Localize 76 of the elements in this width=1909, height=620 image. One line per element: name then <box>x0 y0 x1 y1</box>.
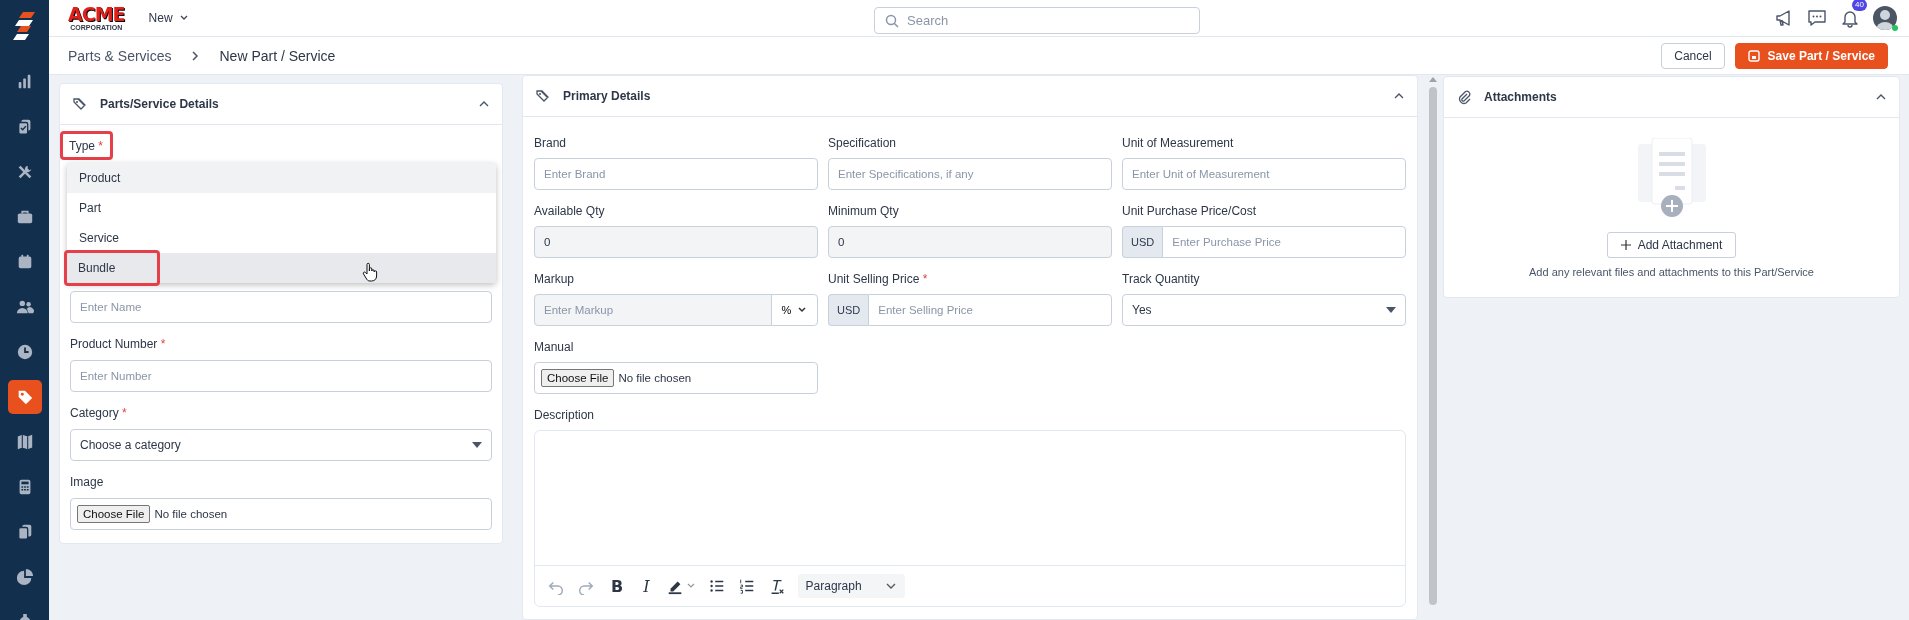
scrollbar[interactable] <box>1428 75 1438 605</box>
chat-icon[interactable] <box>1807 8 1827 28</box>
app-logo-icon <box>12 12 37 40</box>
new-menu-button[interactable]: New <box>142 10 195 26</box>
card-title: Attachments <box>1484 90 1557 104</box>
search-field[interactable]: Search <box>874 7 1200 34</box>
input-field[interactable]: Enter Selling Price <box>868 294 1112 326</box>
pie-chart-icon <box>15 568 34 586</box>
caret-down-icon <box>472 442 482 448</box>
card-title: Parts/Service Details <box>100 97 219 111</box>
dropdown-option[interactable]: Bundle <box>67 253 496 283</box>
clock-icon <box>15 343 34 361</box>
currency-prefix: USD <box>1122 226 1163 258</box>
users-icon <box>15 298 34 316</box>
dropdown-option[interactable]: Part <box>67 193 496 223</box>
briefcase-icon <box>15 208 34 226</box>
field-label: Minimum Qty <box>828 204 900 218</box>
choose-file-button[interactable]: Choose File <box>77 505 151 523</box>
save-button[interactable]: Save Part / Service <box>1734 42 1888 69</box>
field-label: Track Quantity <box>1122 272 1201 286</box>
hand-cursor-icon <box>362 262 378 282</box>
block-format-dropdown[interactable]: Paragraph <box>797 574 905 598</box>
option-label: Service <box>79 230 119 247</box>
attachment-hint: Add any relevant files and attachments to this Part/Service <box>1529 266 1814 278</box>
card-title: Primary Details <box>563 89 651 103</box>
caret-down-icon <box>1386 307 1396 313</box>
field-label: Manual <box>534 340 575 354</box>
choose-file-button[interactable]: Choose File <box>541 369 615 387</box>
input-field[interactable]: Enter Brand <box>534 158 818 190</box>
user-avatar[interactable] <box>1873 6 1897 30</box>
numbered-list-icon[interactable] <box>737 577 756 595</box>
tags-icon <box>72 96 88 112</box>
paperclip-icon <box>1456 89 1472 105</box>
field-label: Unit Selling Price * <box>828 272 929 286</box>
chevron-down-icon <box>797 305 808 315</box>
field-label: Markup <box>534 272 575 286</box>
notification-badge: 40 <box>1852 0 1867 11</box>
field-label: Image <box>70 475 105 489</box>
italic-button[interactable]: I <box>639 576 654 596</box>
select-field[interactable]: Yes <box>1122 294 1406 326</box>
page-title: New Part / Service <box>219 47 336 64</box>
field-label: Type * <box>60 131 114 160</box>
field-label: Description <box>534 408 596 422</box>
cancel-button[interactable]: Cancel <box>1661 42 1725 69</box>
field-label: Brand <box>534 136 568 150</box>
file-status-text: No file chosen <box>154 508 228 520</box>
bold-button[interactable]: B <box>607 576 628 596</box>
map-icon <box>15 433 34 451</box>
plus-icon <box>1620 240 1631 250</box>
bell-icon[interactable] <box>1840 8 1860 28</box>
field-label: Unit Purchase Price/Cost <box>1122 204 1258 218</box>
select-field[interactable]: Choose a category <box>70 429 492 461</box>
dropdown-option[interactable]: Product <box>67 163 496 193</box>
file-status-text: No file chosen <box>618 372 692 384</box>
field-label: Specification <box>828 136 898 150</box>
field-label: Category * <box>70 406 128 420</box>
input-field[interactable]: Enter Purchase Price <box>1162 226 1406 258</box>
breadcrumb-link[interactable]: Parts & Services <box>68 47 172 64</box>
rich-text-editor[interactable]: B I Paragraph <box>534 430 1406 607</box>
bullet-list-icon[interactable] <box>707 577 726 595</box>
option-label: Part <box>79 200 101 217</box>
search-icon <box>885 14 899 28</box>
input-field[interactable]: Enter Specifications, if any <box>828 158 1112 190</box>
option-label: Bundle <box>64 250 161 286</box>
input-field[interactable]: Enter Number <box>70 360 492 392</box>
field-label: Available Qty <box>534 204 606 218</box>
tags-icon <box>535 88 551 104</box>
currency-prefix: USD <box>828 294 869 326</box>
dropdown-option[interactable]: Service <box>67 223 496 253</box>
field-label: Product Number * <box>70 337 167 351</box>
input-field[interactable]: Enter Unit of Measurement <box>1122 158 1406 190</box>
add-attachment-button[interactable]: Add Attachment <box>1606 232 1737 258</box>
input-field[interactable]: Enter Name <box>70 291 492 323</box>
sidebar-item[interactable] <box>7 380 42 414</box>
option-label: Product <box>79 170 121 187</box>
field-label: Unit of Measurement <box>1122 136 1235 150</box>
